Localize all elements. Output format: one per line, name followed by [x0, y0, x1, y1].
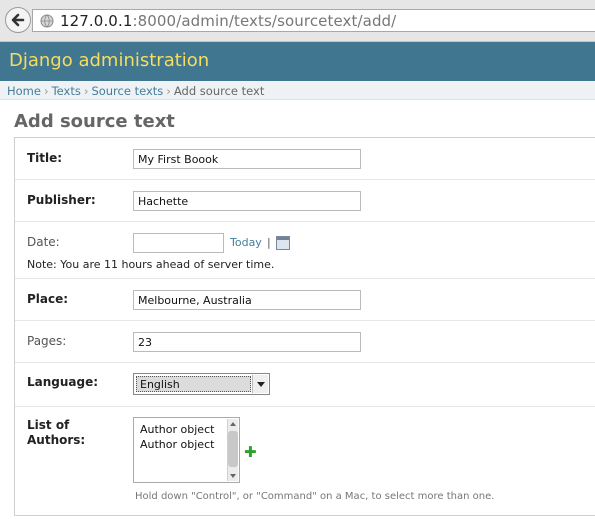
breadcrumb-separator: › [43, 84, 49, 98]
add-author-icon[interactable]: ✚ [244, 445, 257, 460]
scroll-down-icon[interactable] [230, 474, 236, 478]
date-shortcut-separator: | [267, 236, 271, 249]
form-row-pages: Pages: [15, 321, 595, 363]
pages-input[interactable] [133, 332, 361, 352]
authors-label-line1: List of [27, 418, 70, 432]
back-arrow-icon [11, 13, 25, 27]
publisher-label: Publisher: [27, 193, 96, 207]
place-label: Place: [27, 292, 69, 306]
date-input[interactable] [133, 233, 224, 253]
author-option-1[interactable]: Author object [140, 423, 214, 436]
pages-label: Pages: [27, 334, 67, 348]
site-title[interactable]: Django administration [9, 50, 209, 71]
breadcrumb: Home › Texts › Source texts › Add source text [0, 81, 595, 100]
form-row-authors: List of Authors: Author object Author ob… [15, 407, 595, 517]
author-option-2[interactable]: Author object [140, 438, 214, 451]
breadcrumb-texts[interactable]: Texts [52, 84, 81, 98]
form-row-place: Place: [15, 279, 595, 321]
scroll-up-icon[interactable] [230, 422, 236, 426]
date-label: Date: [27, 235, 60, 249]
breadcrumb-current: Add source text [173, 84, 265, 98]
url-bar[interactable]: 127.0.0.1:8000/admin/texts/sourcetext/ad… [32, 9, 595, 32]
form-row-date: Date: Today | Note: You are 11 hours ahe… [15, 222, 595, 279]
chevron-down-icon[interactable] [252, 375, 268, 393]
url-text: 127.0.0.1:8000/admin/texts/sourcetext/ad… [60, 12, 396, 30]
language-selected-value: English [136, 376, 251, 392]
today-link[interactable]: Today [230, 236, 262, 249]
authors-label-line2: Authors: [27, 433, 86, 447]
form-row-title: Title: [15, 138, 595, 180]
form-row-publisher: Publisher: [15, 180, 595, 222]
publisher-input[interactable] [133, 191, 361, 211]
language-label: Language: [27, 375, 99, 389]
breadcrumb-sourcetexts[interactable]: Source texts [91, 84, 163, 98]
site-header: Django administration [0, 42, 595, 81]
add-form: Title: Publisher: Date: Today | Note: Yo… [14, 137, 595, 516]
url-host: 127.0.0.1 [60, 12, 133, 30]
globe-icon [40, 14, 54, 28]
scrollbar[interactable] [227, 419, 238, 481]
calendar-icon[interactable] [276, 236, 290, 250]
url-path: :8000/admin/texts/sourcetext/add/ [132, 12, 397, 30]
form-row-language: Language: English [15, 363, 595, 407]
place-input[interactable] [133, 290, 361, 310]
scroll-thumb[interactable] [228, 431, 238, 467]
page-title: Add source text [14, 111, 175, 132]
title-label: Title: [27, 151, 63, 165]
multiselect-help-text: Hold down "Control", or "Command" on a M… [135, 491, 495, 502]
timezone-note: Note: You are 11 hours ahead of server t… [27, 258, 275, 271]
title-input[interactable] [133, 149, 361, 169]
language-select[interactable]: English [133, 373, 270, 395]
breadcrumb-separator: › [83, 84, 89, 98]
breadcrumb-separator: › [166, 84, 171, 98]
authors-multiselect[interactable]: Author object Author object [133, 417, 240, 483]
back-button[interactable] [5, 7, 31, 33]
breadcrumb-home[interactable]: Home [7, 84, 41, 98]
browser-toolbar: 127.0.0.1:8000/admin/texts/sourcetext/ad… [0, 0, 595, 42]
